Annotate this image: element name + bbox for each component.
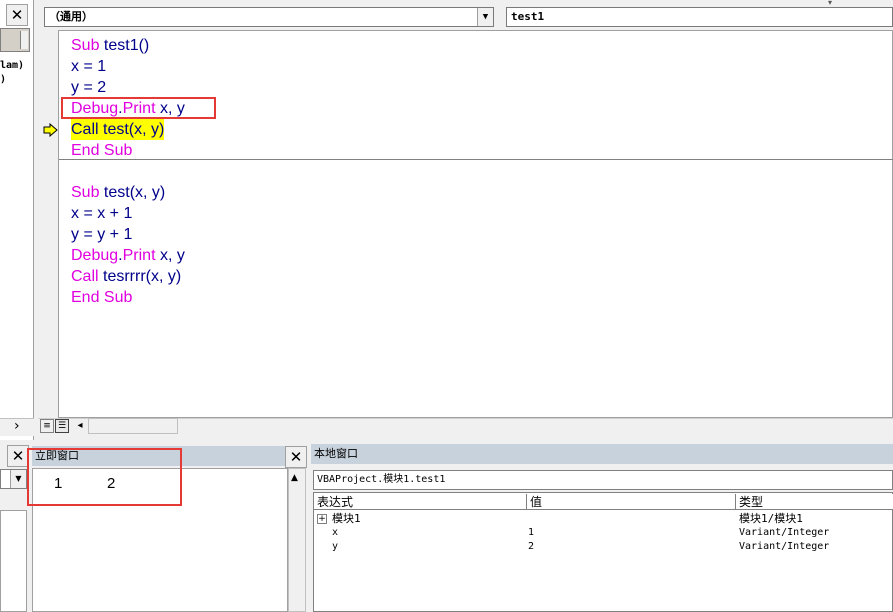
- procedure-combo-value: test1: [511, 10, 545, 23]
- properties-list: [0, 510, 27, 612]
- current-execution-line[interactable]: Call test(x, y): [71, 119, 165, 140]
- locals-row-type: Variant/Integer: [739, 541, 830, 552]
- locals-row-value[interactable]: 1: [528, 526, 534, 540]
- locals-context[interactable]: VBAProject.模块1.test1: [313, 470, 893, 490]
- code-line[interactable]: y = y + 1: [71, 224, 132, 245]
- close-immediate-button[interactable]: ✕: [285, 446, 307, 468]
- locals-row-expression[interactable]: 模块1: [332, 512, 361, 526]
- window-control-icon[interactable]: ▾: [828, 0, 848, 7]
- code-line[interactable]: End Sub: [71, 287, 132, 308]
- locals-row-expression[interactable]: y: [332, 540, 338, 554]
- execution-arrow-icon: [43, 122, 59, 138]
- procedure-view-icon[interactable]: ≡: [40, 419, 54, 433]
- full-module-view-icon[interactable]: ☰: [55, 419, 69, 433]
- locals-row-expression[interactable]: x: [332, 526, 338, 540]
- object-combo[interactable]: （通用） ▼: [44, 7, 494, 27]
- project-tree-text-1: lam): [0, 60, 25, 71]
- expand-icon[interactable]: +: [317, 514, 327, 524]
- locals-window-title: 本地窗口: [311, 444, 893, 464]
- code-editor[interactable]: [38, 30, 893, 418]
- locals-row-type: 模块1/模块1: [739, 512, 803, 525]
- code-line[interactable]: Debug.Print x, y: [71, 245, 185, 266]
- scroll-up-icon[interactable]: ▲: [291, 473, 298, 483]
- hscroll-thumb[interactable]: [88, 418, 178, 434]
- project-tree-text-2: ): [0, 74, 7, 85]
- code-line[interactable]: Sub test1(): [71, 35, 149, 56]
- chevron-down-icon[interactable]: ▼: [477, 8, 493, 26]
- project-hscroll[interactable]: ›: [0, 418, 34, 436]
- code-line[interactable]: Call tesrrrr(x, y): [71, 266, 181, 287]
- code-line[interactable]: Sub test(x, y): [71, 182, 165, 203]
- procedure-combo[interactable]: test1: [506, 7, 893, 27]
- object-combo-value: （通用）: [49, 10, 93, 23]
- close-project-button[interactable]: ✕: [6, 4, 28, 26]
- procedure-separator: [59, 159, 893, 160]
- code-line[interactable]: y = 2: [71, 77, 106, 98]
- close-properties-button[interactable]: ✕: [7, 445, 29, 467]
- code-line[interactable]: End Sub: [71, 140, 132, 161]
- properties-combo[interactable]: ▼: [0, 469, 27, 489]
- code-margin[interactable]: [38, 30, 59, 418]
- annotation-box: [61, 97, 216, 119]
- project-toolbar: [0, 28, 30, 52]
- code-line[interactable]: x = 1: [71, 56, 106, 77]
- locals-row-value[interactable]: 2: [528, 540, 534, 554]
- annotation-box: [27, 448, 182, 506]
- toolbar-scroll[interactable]: [20, 31, 28, 49]
- code-line[interactable]: x = x + 1: [71, 203, 132, 224]
- scroll-left-icon[interactable]: ◂: [72, 419, 88, 433]
- chevron-down-icon[interactable]: ▼: [10, 470, 26, 488]
- immediate-vscroll[interactable]: ▲: [288, 468, 306, 612]
- column-header-value[interactable]: 值: [527, 494, 736, 510]
- scroll-right-icon[interactable]: ›: [14, 418, 20, 434]
- column-header-type[interactable]: 类型: [736, 494, 893, 510]
- column-header-expression[interactable]: 表达式: [314, 494, 527, 510]
- locals-row-type: Variant/Integer: [739, 527, 830, 538]
